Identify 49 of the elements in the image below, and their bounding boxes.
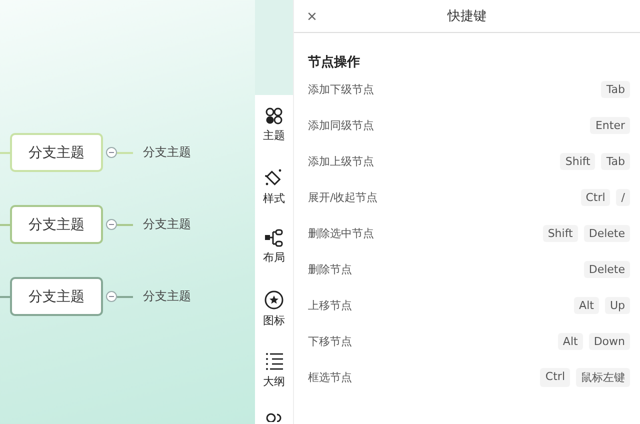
collapse-icon[interactable] [106,147,117,158]
subtopic-label[interactable]: 分支主题 [143,216,191,233]
key-cap: Down [588,332,630,350]
key-cap: Enter [590,116,630,134]
shortcut-action: 展开/收起节点 [308,190,378,204]
key-cap: 鼠标左键 [576,368,630,386]
shortcut-action: 删除选中节点 [308,226,374,240]
topic-node[interactable]: 分支主题 [10,205,103,244]
key-cap: Ctrl [580,188,610,206]
close-button[interactable]: × [307,8,317,24]
connector-line [117,224,133,226]
key-cap: Ctrl [540,368,570,386]
key-cap: Tab [601,152,630,170]
section-heading: 节点操作 [307,54,361,71]
shortcut-action: 添加同级节点 [308,118,374,132]
key-cap: Alt [558,332,583,350]
star-circle-icon[interactable] [264,290,284,310]
key-cap: Up [604,296,630,314]
subtopic-label[interactable]: 分支主题 [143,144,191,161]
key-cap: Shift [560,152,596,170]
key-cap: Delete [584,260,630,278]
collapse-icon[interactable] [106,219,117,230]
shortcut-action: 添加上级节点 [308,154,374,168]
tool-label[interactable]: 图标 [263,313,285,328]
shortcut-action: 删除节点 [308,262,352,276]
key-cap: Tab [601,80,630,98]
shortcut-action: 上移节点 [308,298,352,312]
subtopic-label[interactable]: 分支主题 [143,288,191,305]
tool-label[interactable]: 样式 [263,191,285,206]
connector-line [117,152,133,154]
panel-title: 快捷键 [446,8,488,25]
layout-icon[interactable] [264,229,284,247]
brush-icon[interactable] [264,168,284,188]
key-cap: / [616,188,630,206]
tool-label[interactable]: 大纲 [263,374,285,389]
topic-node[interactable]: 分支主题 [10,133,103,172]
topic-node[interactable]: 分支主题 [10,277,103,316]
theme-icon[interactable] [265,107,283,125]
tool-label[interactable]: 布局 [263,250,285,265]
shortcut-action: 下移节点 [308,334,352,348]
key-cap: Delete [584,224,630,242]
shortcut-action: 框选节点 [308,370,352,384]
connector-line [117,296,133,298]
tool-label[interactable]: 主题 [263,128,285,143]
key-cap: Alt [574,296,599,314]
list-icon[interactable] [264,351,284,371]
key-cap: Shift [542,224,578,242]
shortcut-action: 添加下级节点 [308,82,374,96]
collapse-icon[interactable] [106,291,117,302]
